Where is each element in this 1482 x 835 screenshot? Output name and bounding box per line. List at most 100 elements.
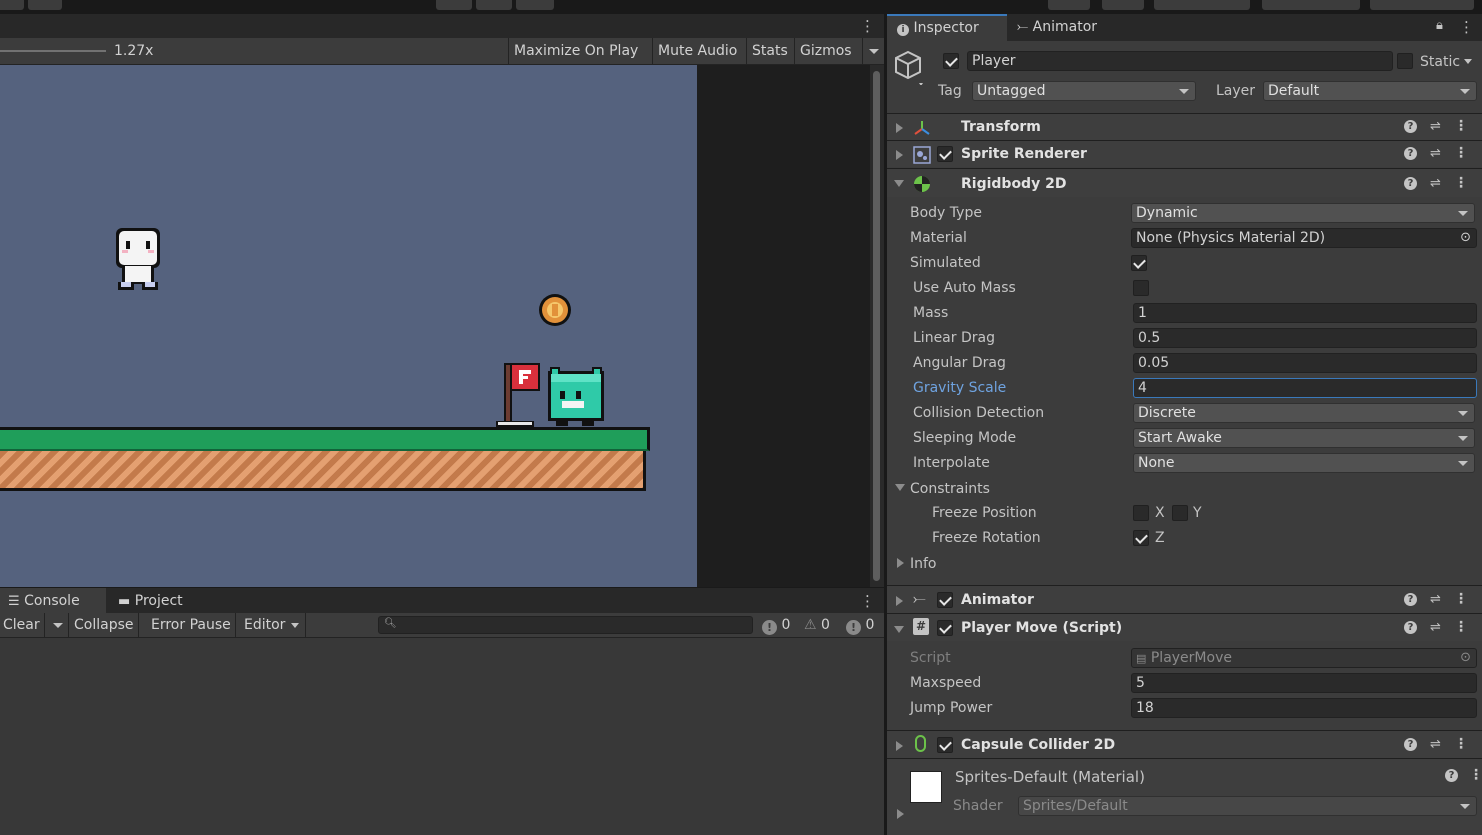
game-canvas[interactable]	[0, 65, 697, 587]
constraints-label[interactable]: Constraints	[910, 480, 990, 498]
collision-detection-dropdown[interactable]: Discrete	[1133, 403, 1475, 423]
fold-arrow-icon[interactable]	[896, 150, 903, 160]
simulated-checkbox[interactable]	[1131, 255, 1147, 271]
info-fold-icon[interactable]	[897, 558, 904, 568]
console-log-area[interactable]	[0, 638, 884, 835]
game-scrollbar[interactable]	[870, 65, 884, 587]
help-icon[interactable]: ?	[1404, 147, 1417, 160]
player-move-component-header[interactable]: # Player Move (Script) ? ⇌ ⋮	[887, 613, 1482, 641]
tab-console[interactable]: ☰ Console	[0, 588, 106, 614]
help-icon[interactable]: ?	[1404, 593, 1417, 606]
scrollbar-thumb[interactable]	[873, 71, 880, 581]
capsule-collider-enabled-checkbox[interactable]	[937, 737, 953, 753]
clear-button[interactable]: Clear	[0, 613, 45, 637]
info-label[interactable]: Info	[910, 555, 937, 573]
account-dropdown[interactable]	[1154, 0, 1250, 10]
jump-power-input[interactable]: 18	[1131, 698, 1477, 718]
gravity-scale-input[interactable]: 4	[1133, 378, 1477, 398]
preset-icon[interactable]: ⇌	[1430, 146, 1441, 161]
help-icon[interactable]: ?	[1404, 120, 1417, 133]
gizmos-dropdown-icon[interactable]	[862, 38, 884, 64]
interpolate-dropdown[interactable]: None	[1133, 453, 1475, 473]
collapse-button[interactable]: Collapse	[70, 613, 139, 637]
more-menu-icon[interactable]: ⋮	[1454, 591, 1468, 607]
fold-arrow-icon[interactable]	[894, 626, 904, 633]
maxspeed-input[interactable]: 5	[1131, 673, 1477, 693]
editor-dropdown[interactable]: Editor	[240, 613, 307, 637]
sprite-renderer-component-header[interactable]: Sprite Renderer ? ⇌ ⋮	[887, 140, 1482, 167]
object-name-input[interactable]: Player	[967, 51, 1393, 71]
help-icon[interactable]: ?	[1445, 769, 1458, 782]
tab-project[interactable]: ▬ Project	[118, 588, 183, 614]
auto-mass-checkbox[interactable]	[1133, 280, 1149, 296]
more-menu-icon[interactable]: ⋮	[1454, 619, 1468, 635]
zoom-slider[interactable]	[0, 50, 106, 52]
gizmos-button[interactable]: Gizmos	[794, 38, 857, 64]
static-checkbox[interactable]	[1397, 53, 1413, 69]
freeze-rotation-z-checkbox[interactable]	[1133, 530, 1149, 546]
layer-dropdown[interactable]: Default	[1263, 81, 1477, 101]
lock-icon[interactable]: 🔒︎	[1436, 18, 1443, 33]
tag-dropdown[interactable]: Untagged	[972, 81, 1196, 101]
more-menu-icon[interactable]: ⋮	[860, 19, 875, 34]
help-icon[interactable]: ?	[1404, 621, 1417, 634]
fold-arrow-icon[interactable]	[897, 809, 904, 819]
constraints-fold-icon[interactable]	[895, 484, 905, 491]
log-count[interactable]: ! 0	[762, 613, 790, 637]
more-menu-icon[interactable]: ⋮	[1454, 145, 1468, 161]
error-count[interactable]: ! 0	[846, 613, 874, 637]
help-icon[interactable]: ?	[1404, 177, 1417, 190]
warning-count[interactable]: ⚠ 0	[804, 613, 830, 637]
tool-button[interactable]	[0, 0, 24, 10]
object-picker-icon[interactable]: ⊙	[1460, 229, 1471, 247]
more-menu-icon[interactable]: ⋮	[1454, 175, 1468, 191]
more-menu-icon[interactable]: ⋮	[1459, 18, 1474, 36]
shader-dropdown[interactable]: Sprites/Default	[1018, 796, 1477, 816]
freeze-position-x-checkbox[interactable]	[1133, 505, 1149, 521]
mass-input[interactable]: 1	[1133, 303, 1477, 323]
more-menu-icon[interactable]: ⋮	[1454, 118, 1468, 134]
clear-options-icon[interactable]	[47, 613, 69, 637]
stats-button[interactable]: Stats	[746, 38, 793, 64]
static-dropdown-icon[interactable]	[1464, 59, 1472, 64]
transform-component-header[interactable]: Transform ? ⇌ ⋮	[887, 113, 1482, 140]
error-pause-button[interactable]: Error Pause	[147, 613, 236, 637]
fold-arrow-icon[interactable]	[896, 123, 903, 133]
animator-component-header[interactable]: ⤚ Animator ? ⇌ ⋮	[887, 585, 1482, 613]
tab-animator[interactable]: ⤚ Animator	[1007, 14, 1097, 41]
sprite-renderer-enabled-checkbox[interactable]	[937, 146, 953, 162]
mute-audio-button[interactable]: Mute Audio	[652, 38, 742, 64]
step-button[interactable]	[516, 0, 554, 10]
body-type-dropdown[interactable]: Dynamic	[1131, 203, 1475, 223]
preset-icon[interactable]: ⇌	[1430, 119, 1441, 134]
freeze-position-y-checkbox[interactable]	[1172, 505, 1188, 521]
player-move-enabled-checkbox[interactable]	[937, 620, 953, 636]
animator-enabled-checkbox[interactable]	[937, 592, 953, 608]
layout-dropdown[interactable]	[1370, 0, 1474, 10]
help-icon[interactable]: ?	[1404, 738, 1417, 751]
preset-icon[interactable]: ⇌	[1430, 620, 1441, 635]
preset-icon[interactable]: ⇌	[1430, 176, 1441, 191]
preset-icon[interactable]: ⇌	[1430, 737, 1441, 752]
more-menu-icon[interactable]: ⋮	[1454, 736, 1468, 752]
fold-arrow-icon[interactable]	[896, 596, 903, 606]
active-checkbox[interactable]	[943, 53, 959, 69]
material-field[interactable]: None (Physics Material 2D) ⊙	[1131, 228, 1477, 248]
preset-icon[interactable]: ⇌	[1430, 592, 1441, 607]
maximize-on-play-button[interactable]: Maximize On Play	[508, 38, 643, 64]
layers-dropdown[interactable]	[1262, 0, 1360, 10]
tab-inspector[interactable]: i Inspector	[887, 14, 1007, 41]
cloud-button[interactable]	[1048, 0, 1090, 10]
console-search-input[interactable]: 🔍︎	[378, 616, 753, 634]
play-button[interactable]	[436, 0, 472, 10]
tool-button[interactable]	[28, 0, 62, 10]
linear-drag-input[interactable]: 0.5	[1133, 328, 1477, 348]
angular-drag-input[interactable]: 0.05	[1133, 353, 1477, 373]
fold-arrow-icon[interactable]	[896, 741, 903, 751]
pause-button[interactable]	[476, 0, 512, 10]
collab-button[interactable]	[1102, 0, 1144, 10]
sleeping-mode-dropdown[interactable]: Start Awake	[1133, 428, 1475, 448]
more-menu-icon[interactable]: ⋮	[860, 594, 875, 609]
more-menu-icon[interactable]: ⋮	[1469, 767, 1482, 783]
fold-arrow-icon[interactable]	[894, 180, 904, 187]
